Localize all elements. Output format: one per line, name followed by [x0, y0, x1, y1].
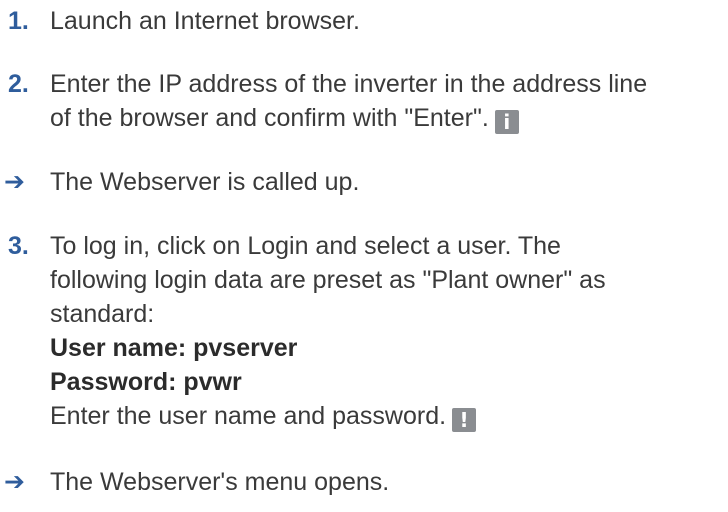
- step-text: standard:: [50, 300, 155, 328]
- step-number: 2.: [8, 70, 29, 98]
- step-text: Launch an Internet browser.: [50, 7, 360, 35]
- arrow-right-icon: ➔: [4, 168, 25, 196]
- step-text: To log in, click on Login and select a u…: [50, 232, 561, 260]
- step-text-end: of the browser and confirm with "Enter".: [50, 104, 489, 132]
- step-text: Enter the IP address of the inverter in …: [50, 70, 648, 98]
- warning-icon: !: [452, 408, 477, 432]
- step-number: 3.: [8, 232, 29, 260]
- result-text: The Webserver's menu opens.: [50, 468, 390, 496]
- result-text: The Webserver is called up.: [50, 168, 360, 196]
- step-instruction: Enter the user name and password.!: [50, 399, 728, 433]
- password-credential: Password: pvwr: [50, 368, 242, 396]
- step-text: of the browser and confirm with "Enter".…: [50, 101, 728, 135]
- step-text: following login data are preset as "Plan…: [50, 266, 606, 294]
- step-instruction-text: Enter the user name and password.: [50, 402, 447, 430]
- username-credential: User name: pvserver: [50, 334, 298, 362]
- step-number: 1.: [8, 7, 29, 35]
- info-icon: i: [494, 110, 519, 134]
- arrow-right-icon: ➔: [4, 468, 25, 496]
